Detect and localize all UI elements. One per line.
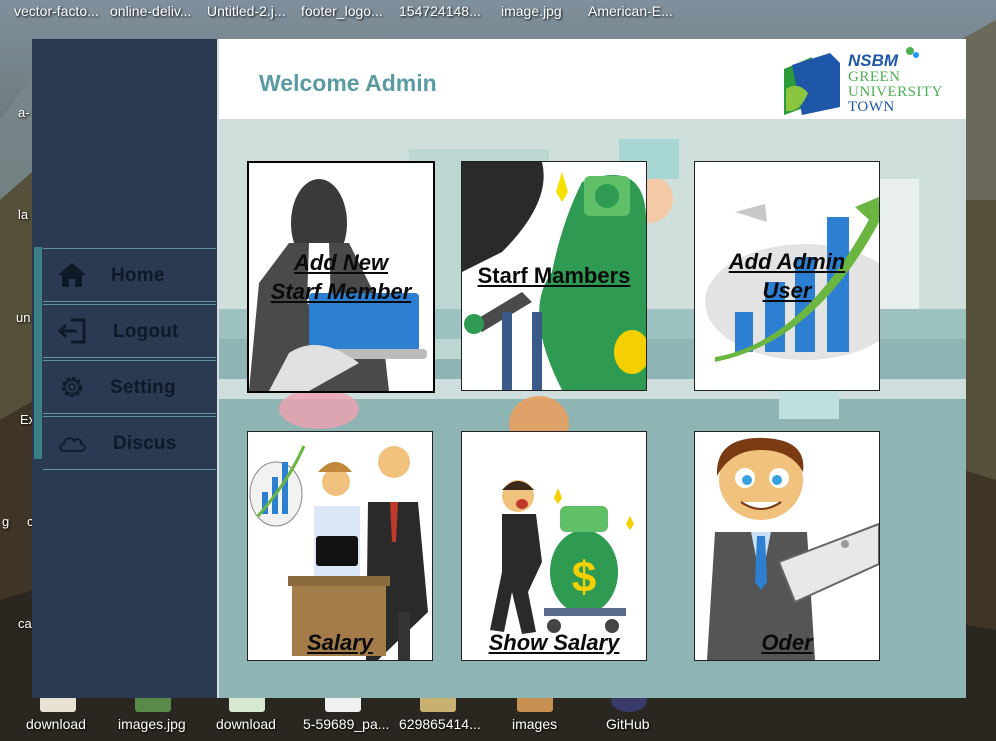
desktop-icon-label[interactable]: vector-facto... [14,3,99,19]
man-with-clipboard-icon [695,432,879,660]
sidebar-menu: Home Logout Setting Discus [43,248,216,472]
desktop-icon-label[interactable]: American-E... [588,3,673,19]
desktop-icon-label[interactable]: image.jpg [501,3,562,19]
desktop-icon-label[interactable]: Untitled-2.j... [207,3,286,19]
card-title: Add Admin [728,249,846,274]
page-title: Welcome Admin [259,70,437,96]
staff-members-card[interactable]: Starf Mambers [461,161,647,391]
desktop-top-icons: vector-facto... online-deliv... Untitled… [0,0,996,26]
sidebar-item-discus[interactable]: Discus [43,416,216,470]
add-admin-user-card[interactable]: Add Admin User [694,161,880,391]
desktop-icon-label[interactable]: download [26,716,86,732]
sidebar-item-label: Home [111,265,165,286]
add-new-staff-member-card[interactable]: Add New Starf Member [247,161,435,393]
logout-icon [57,318,86,344]
card-title: Add New [293,250,389,275]
desktop-icon-label[interactable]: la [18,207,28,222]
desktop-icon-label[interactable]: download [216,716,276,732]
card-title: Starf Member [270,279,412,304]
business-meeting-icon [248,432,432,660]
desktop-icon-label[interactable]: g [2,514,9,529]
desktop-icon-label[interactable]: 629865414... [399,716,481,732]
nsbm-logo: NSBM GREEN UNIVERSITY TOWN [782,45,966,119]
desktop-icon-label[interactable]: images.jpg [118,716,186,732]
cloud-icon [59,437,86,452]
card-title: Starf Mambers [477,263,631,288]
header: Welcome Admin NSBM GREEN UNIVERSITY TOWN [219,39,966,119]
desktop-icon-label[interactable]: online-deliv... [110,3,191,19]
show-salary-card[interactable]: $ Show Salary [461,431,647,661]
main-content: Welcome Admin NSBM GREEN UNIVERSITY TOWN [219,39,966,698]
sidebar-item-setting[interactable]: Setting [43,360,216,414]
svg-text:$: $ [572,553,596,602]
desktop-icon-label[interactable]: 154724148... [399,3,481,19]
card-title: Salary [306,630,374,655]
logo-text: NSBM [848,51,899,70]
desktop-icon-label[interactable]: footer_logo... [301,3,383,19]
card-title: User [762,278,812,303]
desktop-icon-label[interactable]: a- [18,105,30,120]
desktop-icon-label[interactable]: 5-59689_pa... [303,716,389,732]
sidebar-item-label: Logout [113,321,179,342]
sidebar: Home Logout Setting Discus [32,39,219,698]
desktop-icon-label[interactable]: un [16,310,30,325]
gear-icon [62,377,82,397]
money-trolley-icon: $ [462,432,646,660]
salary-card[interactable]: Salary [247,431,433,661]
sidebar-item-home[interactable]: Home [43,248,216,302]
logo-text: TOWN [848,99,895,115]
order-card[interactable]: Oder [694,431,880,661]
desktop-icon-label[interactable]: images [512,716,557,732]
sidebar-accent-bar [34,247,42,459]
desktop-icon-label[interactable]: ca [18,616,32,631]
sidebar-item-label: Setting [110,377,176,398]
home-icon [58,263,86,287]
sidebar-item-label: Discus [113,433,177,454]
admin-dashboard-window: Home Logout Setting Discus Welcome Admin… [32,39,966,698]
sidebar-item-logout[interactable]: Logout [43,304,216,358]
card-title: Oder [761,630,813,655]
desktop-icon-label[interactable]: GitHub [606,716,650,732]
card-title: Show Salary [488,630,620,655]
